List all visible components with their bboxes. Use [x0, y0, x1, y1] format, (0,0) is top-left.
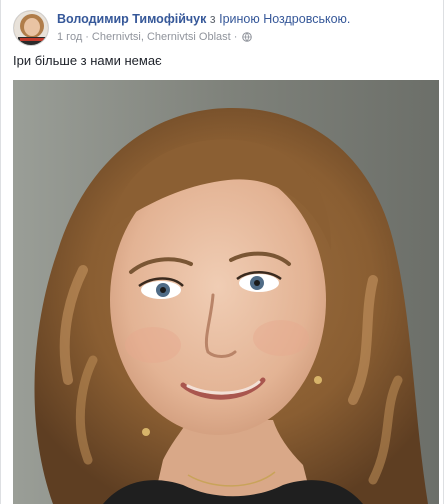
post-heading: Володимир Тимофійчук з Іриною Ноздровськ…	[57, 11, 350, 27]
avatar-portrait-icon	[14, 11, 48, 45]
post-text: Іри більше з нами немає	[13, 53, 162, 68]
facebook-post: Володимир Тимофійчук з Іриною Ноздровськ…	[0, 0, 444, 504]
post-header: Володимир Тимофійчук з Іриною Ноздровськ…	[13, 10, 433, 50]
separator-dot: ·	[85, 31, 89, 43]
globe-icon[interactable]	[242, 32, 253, 42]
author-avatar[interactable]	[13, 10, 49, 46]
post-photo[interactable]	[13, 80, 439, 504]
tagged-person-link[interactable]: Іриною Ноздровською.	[219, 12, 350, 26]
with-word: з	[209, 12, 216, 26]
post-meta: 1 год · Chernivtsi, Chernivtsi Oblast ·	[57, 30, 253, 44]
portrait-photo	[13, 80, 439, 504]
author-name-link[interactable]: Володимир Тимофійчук	[57, 12, 206, 26]
separator-dot: ·	[233, 31, 238, 43]
post-timestamp[interactable]: 1 год	[57, 30, 82, 44]
post-location-link[interactable]: Chernivtsi, Chernivtsi Oblast	[92, 30, 231, 44]
